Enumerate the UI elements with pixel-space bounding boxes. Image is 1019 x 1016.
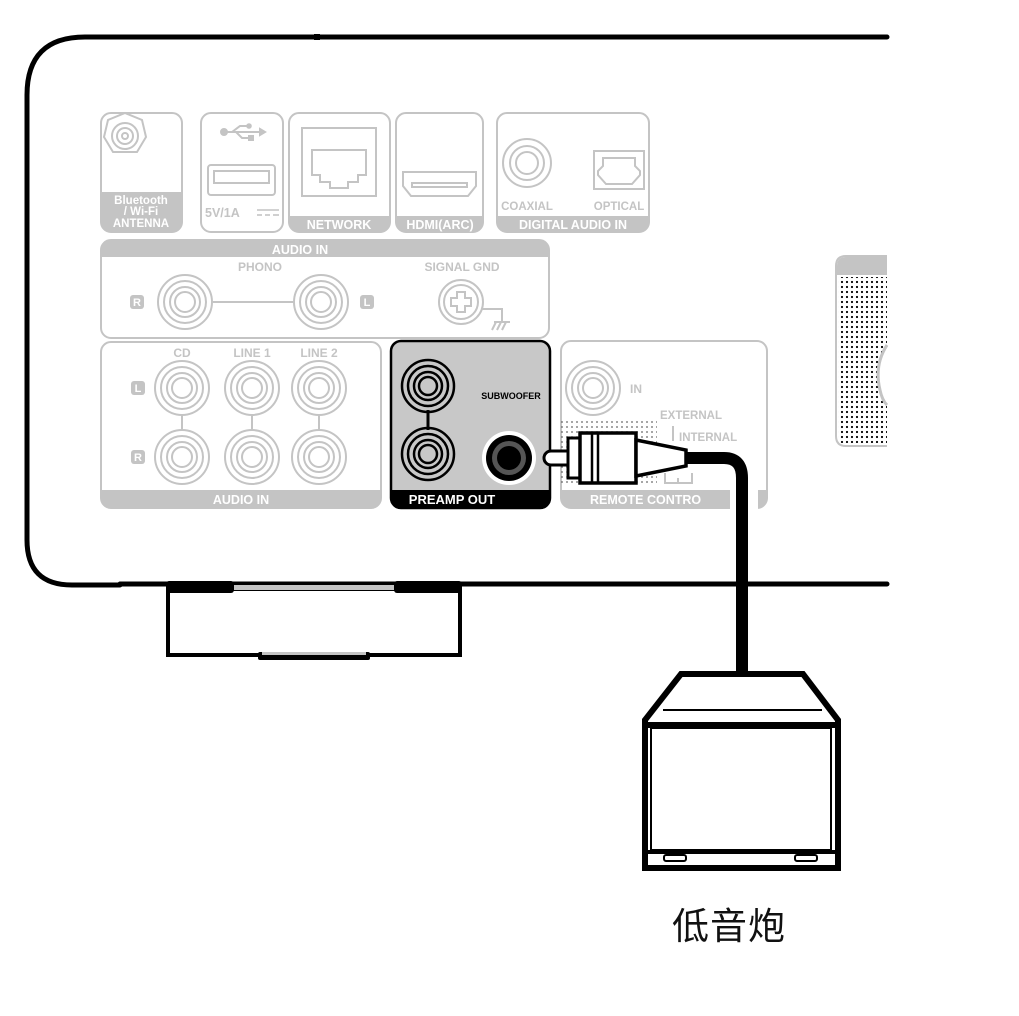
network-port: NETWORK xyxy=(288,112,391,233)
phono-l-jack-icon xyxy=(293,274,349,330)
hdmi-port: HDMI(ARC) xyxy=(395,112,484,233)
line1-label: LINE 1 xyxy=(233,346,271,360)
usb-port: 5V/1A xyxy=(200,112,284,233)
subwoofer-out-jack-icon[interactable] xyxy=(482,431,536,485)
coaxial-label: COAXIAL xyxy=(501,201,553,213)
hdmi-label: HDMI(ARC) xyxy=(406,218,473,232)
cd-l-jack-icon xyxy=(154,360,210,416)
cd-r-jack-icon xyxy=(154,429,210,485)
receiver-foot xyxy=(166,581,462,660)
preamp-out-label: PREAMP OUT xyxy=(409,492,495,507)
side-vent xyxy=(835,255,889,447)
rca-plug-body xyxy=(578,431,638,485)
line1-r-jack-icon xyxy=(224,429,280,485)
digital-audio-port: COAXIAL OPTICAL DIGITAL AUDIO IN xyxy=(496,112,650,233)
phono-label: PHONO xyxy=(238,260,282,274)
line2-r-jack-icon xyxy=(291,429,347,485)
antenna-label-2: / Wi-Fi xyxy=(124,206,158,218)
connection-diagram: Bluetooth / Wi-Fi ANTENNA 5V/1A NETWORK … xyxy=(24,34,890,871)
external-label: EXTERNAL xyxy=(660,410,722,422)
subwoofer-label: SUBWOOFER xyxy=(481,391,541,401)
network-label: NETWORK xyxy=(307,218,372,232)
usb-power-label: 5V/1A xyxy=(205,206,240,220)
phono-r-jack-icon xyxy=(157,274,213,330)
preamp-out-section: PREAMP OUT SUBWOOFER xyxy=(389,339,552,510)
svg-text:L: L xyxy=(364,297,371,309)
cd-label: CD xyxy=(173,346,191,360)
optical-label: OPTICAL xyxy=(594,201,644,213)
remote-control-label: REMOTE CONTRO xyxy=(590,493,701,507)
svg-text:L: L xyxy=(135,383,142,395)
antenna-port: Bluetooth / Wi-Fi ANTENNA xyxy=(100,111,183,233)
line2-label: LINE 2 xyxy=(300,346,338,360)
antenna-label-3: ANTENNA xyxy=(113,218,169,230)
digital-audio-in-label: DIGITAL AUDIO IN xyxy=(519,218,627,232)
line2-l-jack-icon xyxy=(291,360,347,416)
audio-in-section: AUDIO IN CD LINE 1 LINE 2 L R xyxy=(100,341,382,509)
svg-text:R: R xyxy=(133,297,141,309)
audio-in-label: AUDIO IN xyxy=(213,493,269,507)
subwoofer-device xyxy=(642,671,841,871)
signal-gnd-label: SIGNAL GND xyxy=(424,260,499,274)
internal-label: INTERNAL xyxy=(679,432,737,444)
phono-section: AUDIO IN PHONO SIGNAL GND R L xyxy=(100,239,550,339)
phono-audio-in-label: AUDIO IN xyxy=(272,243,328,257)
line1-l-jack-icon xyxy=(224,360,280,416)
remote-in-label: IN xyxy=(630,382,642,396)
subwoofer-caption: 低音炮 xyxy=(672,905,786,948)
svg-text:R: R xyxy=(134,452,142,464)
